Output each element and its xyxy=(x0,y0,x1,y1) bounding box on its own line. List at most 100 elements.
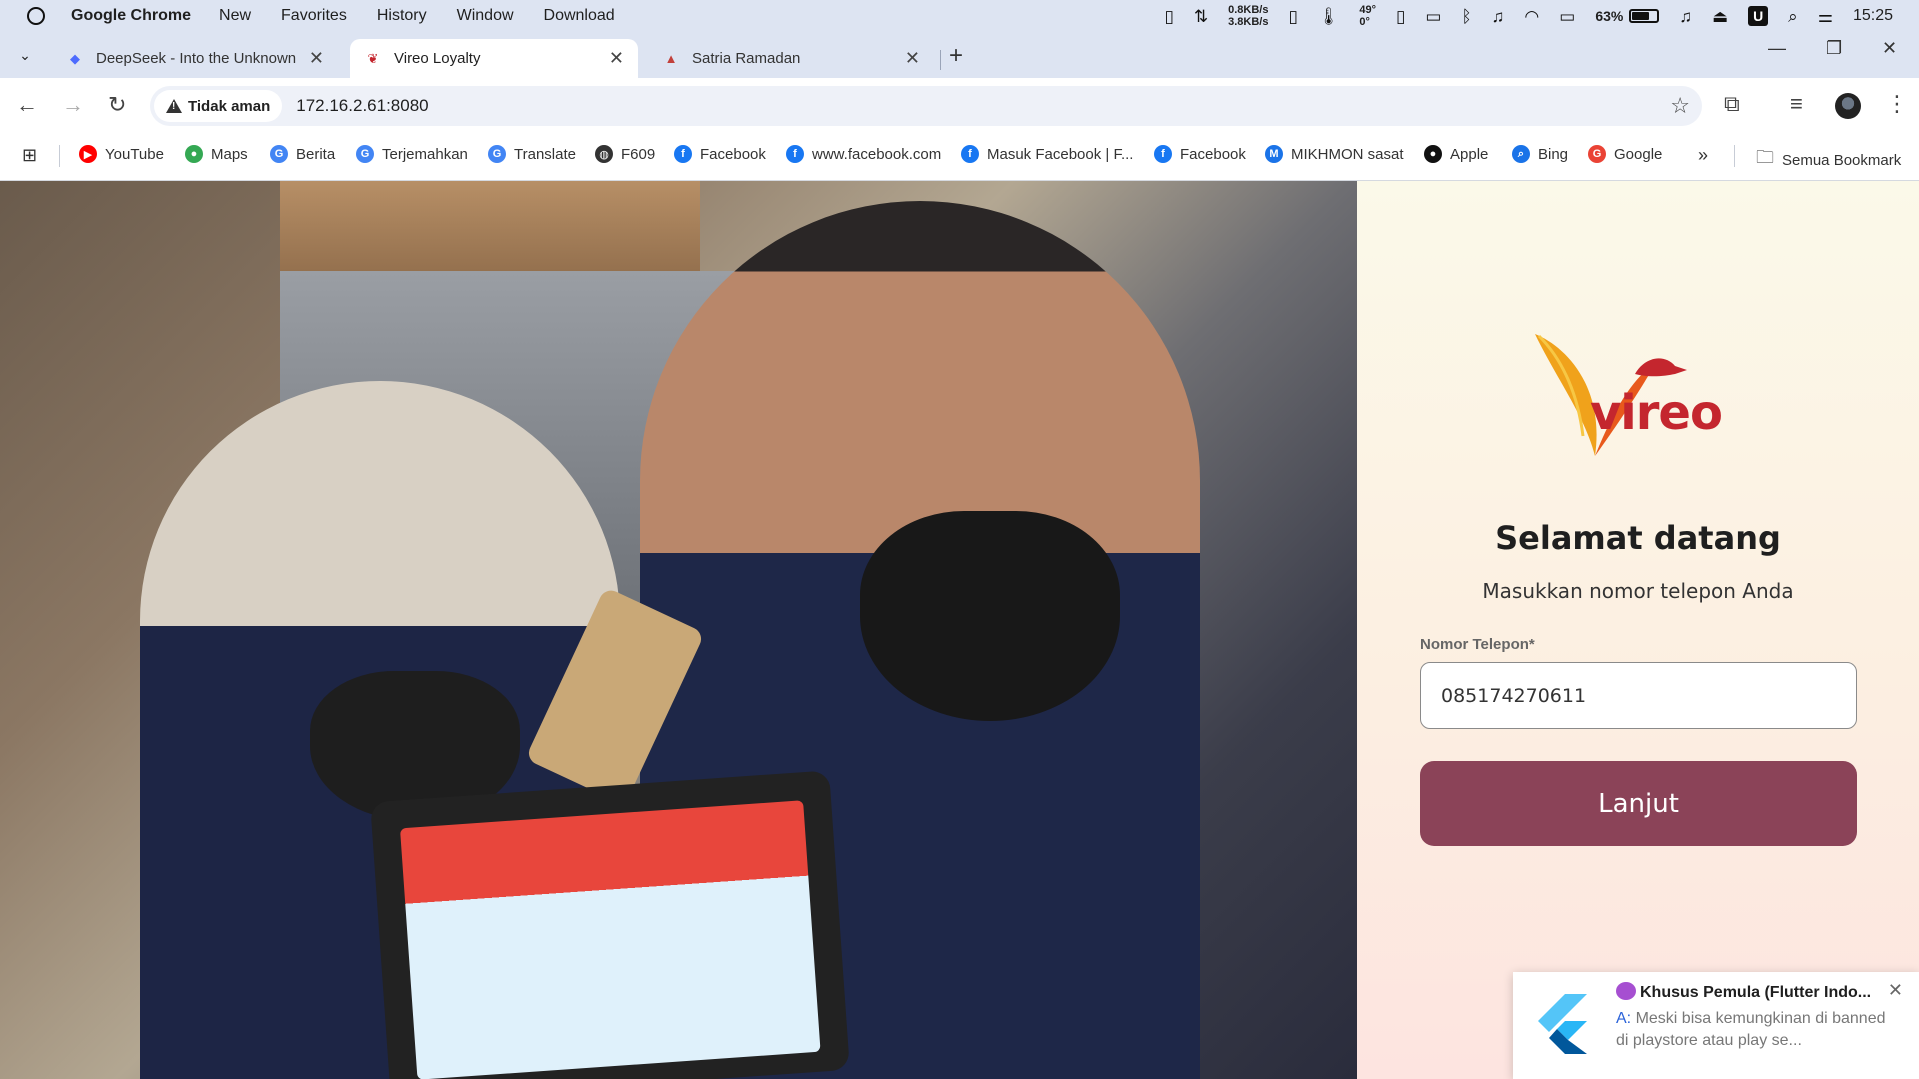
google-icon: G xyxy=(1588,145,1606,163)
system-menu-bar: Google Chrome New Favorites History Wind… xyxy=(0,0,1919,32)
continue-button[interactable]: Lanjut xyxy=(1420,761,1857,846)
cpu-icon[interactable]: ▯ xyxy=(1396,8,1405,25)
bookmark-f609[interactable]: ◍ F609 xyxy=(595,145,655,163)
bookmark-terjemahkan[interactable]: G Terjemahkan xyxy=(356,145,468,163)
menu-favorites[interactable]: Favorites xyxy=(281,7,347,25)
airpods-icon[interactable]: ♫ xyxy=(1679,8,1692,25)
address-bar[interactable]: Tidak aman 172.16.2.61:8080 ☆ xyxy=(150,86,1702,126)
notification-close-icon[interactable]: ✕ xyxy=(1888,980,1903,1001)
tab-title: Vireo Loyalty xyxy=(394,50,481,67)
bookmark-maps[interactable]: ● Maps xyxy=(185,145,248,163)
window-close-icon[interactable]: ✕ xyxy=(1882,38,1897,59)
phone-number-input[interactable] xyxy=(1420,662,1857,729)
bookmark-facebook-www[interactable]: f www.facebook.com xyxy=(786,145,941,163)
bookmark-masuk-facebook[interactable]: f Masuk Facebook | F... xyxy=(961,145,1133,163)
maps-icon: ● xyxy=(185,145,203,163)
wifi-icon[interactable]: ◠ xyxy=(1524,8,1539,25)
youtube-icon: ▶ xyxy=(79,145,97,163)
welcome-title: Selamat datang xyxy=(1495,519,1781,557)
bookmark-facebook[interactable]: f Facebook xyxy=(674,145,766,163)
bookmark-mikhmon[interactable]: M MIKHMON sasat xyxy=(1265,145,1404,163)
menu-new[interactable]: New xyxy=(219,7,251,25)
new-tab-plus-icon[interactable]: + xyxy=(949,42,963,70)
tab-satria-ramadan[interactable]: ▲ Satria Ramadan ✕ xyxy=(648,39,934,78)
menu-history[interactable]: History xyxy=(377,7,427,25)
minimize-icon[interactable]: — xyxy=(1768,38,1786,59)
search-icon: ⌕ xyxy=(1512,145,1530,163)
browser-toolbar: ← → ↻ Tidak aman 172.16.2.61:8080 ☆ ⧉ ≡ … xyxy=(0,78,1919,132)
bookmark-apple[interactable]: ● Apple xyxy=(1424,145,1488,163)
translate-icon: G xyxy=(356,145,374,163)
disk-icon[interactable]: ▯ xyxy=(1288,8,1297,25)
phone-field-label: Nomor Telepon* xyxy=(1420,636,1535,653)
menu-window[interactable]: Window xyxy=(457,7,514,25)
tab-close-icon[interactable]: ✕ xyxy=(905,48,920,69)
page-content: vireo Selamat datang Masukkan nomor tele… xyxy=(0,181,1919,1079)
system-logo-icon[interactable] xyxy=(27,7,45,25)
control-center-icon[interactable]: ⚌ xyxy=(1818,8,1833,25)
tab-vireo-loyalty[interactable]: ❦ Vireo Loyalty ✕ xyxy=(350,39,638,78)
facebook-icon: f xyxy=(786,145,804,163)
folder-icon: 🗀 xyxy=(1756,147,1774,167)
forward-arrow-icon[interactable]: → xyxy=(62,92,84,118)
temperature[interactable]: 49° 0° xyxy=(1359,4,1376,28)
notification-popup[interactable]: Khusus Pemula (Flutter Indo... A: Meski … xyxy=(1513,972,1919,1079)
spotlight-search-icon[interactable]: ⌕ xyxy=(1788,8,1798,25)
clock[interactable]: 15:25 xyxy=(1853,7,1893,25)
more-bookmarks-chevron-icon[interactable]: » xyxy=(1698,145,1708,166)
network-arrows-icon[interactable]: ⇅ xyxy=(1194,8,1208,25)
tab-separator xyxy=(940,50,941,70)
security-chip[interactable]: Tidak aman xyxy=(154,90,283,122)
bookmark-star-icon[interactable]: ☆ xyxy=(1670,93,1690,119)
eject-icon[interactable]: ⏏ xyxy=(1712,8,1728,25)
vireo-brand-text: vireo xyxy=(1590,385,1723,441)
url-text[interactable]: 172.16.2.61:8080 xyxy=(296,96,428,116)
bookmarks-bar: ⊞ ▶ YouTube ● Maps G Berita G Terjemahkan GT… xyxy=(0,132,1919,181)
welcome-subtitle: Masukkan nomor telepon Anda xyxy=(1482,579,1794,603)
tab-search-chevron-icon[interactable]: ⌄ xyxy=(12,42,38,68)
tab-title: DeepSeek - Into the Unknown xyxy=(96,50,297,67)
memory-icon[interactable]: ▯ xyxy=(1164,8,1173,25)
bookmark-youtube[interactable]: ▶ YouTube xyxy=(79,145,164,163)
globe-icon: ◍ xyxy=(595,145,613,163)
bookmarks-separator xyxy=(59,145,60,167)
tab-close-icon[interactable]: ✕ xyxy=(309,48,324,69)
bookmarks-separator xyxy=(1734,145,1735,167)
profile-avatar[interactable] xyxy=(1835,93,1861,119)
bookmark-google[interactable]: G Google xyxy=(1588,145,1662,163)
back-arrow-icon[interactable]: ← xyxy=(16,92,38,118)
tab-strip: ⌄ ◆ DeepSeek - Into the Unknown ✕ ❦ Vire… xyxy=(0,32,1919,78)
restore-icon[interactable]: ❐ xyxy=(1826,38,1842,59)
tab-title: Satria Ramadan xyxy=(692,50,801,67)
reload-icon[interactable]: ↻ xyxy=(108,92,126,118)
bluetooth-icon[interactable]: ᛒ xyxy=(1461,8,1471,25)
display-mirror-icon[interactable]: ▭ xyxy=(1425,8,1441,25)
all-bookmarks-folder[interactable]: 🗀 Semua Bookmark xyxy=(1756,145,1901,175)
battery-indicator[interactable]: 63% xyxy=(1595,8,1660,24)
bookmark-bing[interactable]: ⌕ Bing xyxy=(1512,145,1568,163)
apple-icon: ● xyxy=(1424,145,1442,163)
extensions-puzzle-icon[interactable]: ⧉ xyxy=(1724,91,1740,117)
menu-download[interactable]: Download xyxy=(544,7,615,25)
u-app-icon[interactable]: U xyxy=(1748,6,1769,26)
app-name-menu[interactable]: Google Chrome xyxy=(71,7,191,25)
facebook-icon: f xyxy=(1154,145,1172,163)
network-speed[interactable]: 0.8KB/s 3.8KB/s xyxy=(1228,4,1268,28)
media-control-icon[interactable]: ≡ xyxy=(1790,91,1803,117)
tab-close-icon[interactable]: ✕ xyxy=(609,48,624,69)
apps-grid-icon[interactable]: ⊞ xyxy=(22,145,37,166)
tab-deepseek[interactable]: ◆ DeepSeek - Into the Unknown ✕ xyxy=(52,39,338,78)
bookmark-berita[interactable]: G Berita xyxy=(270,145,335,163)
facebook-icon: f xyxy=(961,145,979,163)
bookmark-translate[interactable]: G Translate xyxy=(488,145,576,163)
screen-icon[interactable]: ▭ xyxy=(1559,8,1575,25)
thermometer-icon[interactable]: 🌡 xyxy=(1318,8,1340,25)
translate-icon: G xyxy=(488,145,506,163)
chrome-menu-kebab-icon[interactable]: ⋮ xyxy=(1886,91,1908,117)
notification-title: Khusus Pemula (Flutter Indo... xyxy=(1616,982,1886,1002)
bookmark-facebook-2[interactable]: f Facebook xyxy=(1154,145,1246,163)
vireo-icon: ❦ xyxy=(367,50,379,66)
earbuds-icon[interactable]: ♫ xyxy=(1492,8,1505,25)
satria-icon: ▲ xyxy=(664,51,678,66)
status-area: ▯ ⇅ 0.8KB/s 3.8KB/s ▯ 🌡 49° 0° ▯ ▭ ᛒ ♫ ◠… xyxy=(1164,0,1893,32)
